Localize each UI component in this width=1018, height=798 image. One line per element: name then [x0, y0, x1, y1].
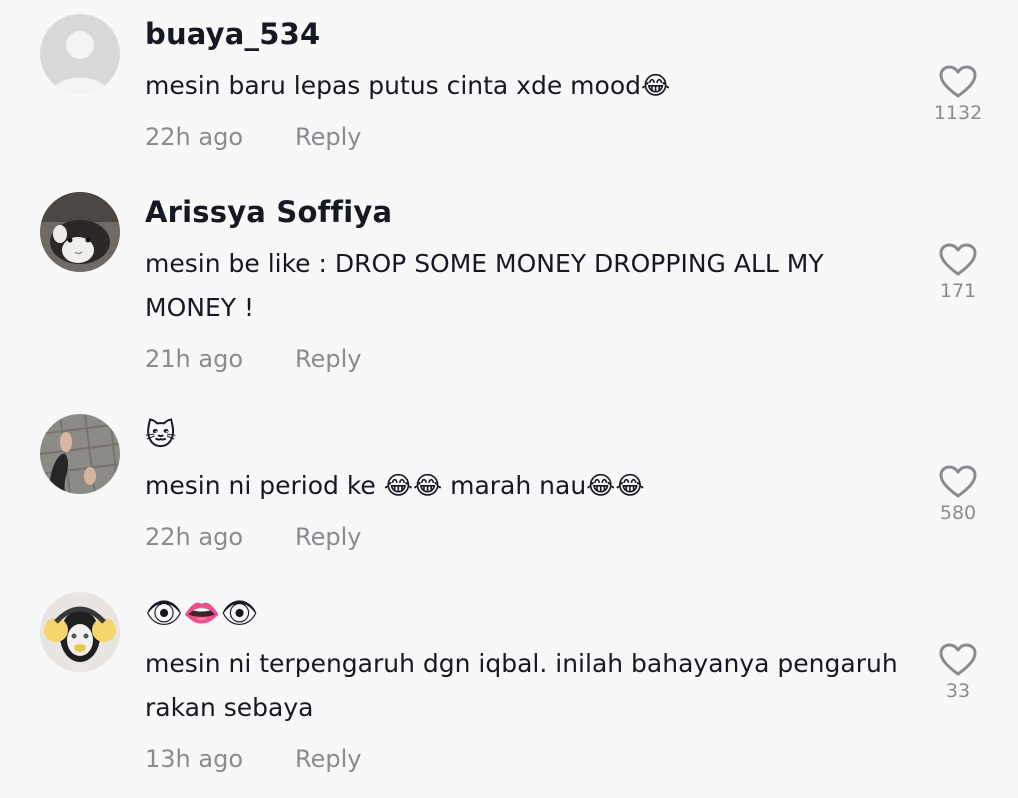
timestamp: 22h ago — [145, 523, 244, 551]
heart-icon — [939, 243, 977, 276]
cat-photo-avatar — [40, 192, 120, 272]
comment-meta: 22h ago Reply — [145, 123, 361, 151]
comment-meta: 22h ago Reply — [145, 523, 361, 551]
reply-button[interactable]: Reply — [295, 123, 361, 151]
comment-meta: 21h ago Reply — [145, 345, 361, 373]
comment-text: mesin be like : DROP SOME MONEY DROPPING… — [145, 249, 824, 322]
comment-text: mesin ni period ke 😂😂 marah nau😂😂 — [145, 471, 645, 500]
comment-meta: 13h ago Reply — [145, 745, 361, 773]
like-count: 33 — [945, 680, 971, 702]
timestamp: 21h ago — [145, 345, 244, 373]
feet-photo-avatar — [40, 414, 120, 494]
default-avatar-icon — [40, 14, 120, 94]
like-count: 580 — [939, 502, 977, 524]
user-avatar[interactable] — [40, 14, 120, 94]
username-emoji[interactable]: 👁👄👁 — [145, 594, 259, 634]
like-button[interactable]: 171 — [928, 242, 988, 302]
like-button[interactable]: 580 — [928, 464, 988, 524]
timestamp: 13h ago — [145, 745, 244, 773]
user-avatar[interactable] — [40, 192, 120, 272]
reply-button[interactable]: Reply — [295, 523, 361, 551]
user-avatar[interactable] — [40, 592, 120, 672]
heart-icon — [939, 65, 977, 98]
username-emoji[interactable]: 🐱 — [145, 416, 176, 456]
like-count: 1132 — [933, 102, 983, 124]
masked-person-avatar — [40, 592, 120, 672]
user-avatar[interactable] — [40, 414, 120, 494]
username[interactable]: Arissya Soffiya — [145, 195, 392, 229]
timestamp: 22h ago — [145, 123, 244, 151]
reply-button[interactable]: Reply — [295, 345, 361, 373]
username[interactable]: buaya_534 — [145, 17, 320, 51]
heart-icon — [939, 643, 977, 676]
like-button[interactable]: 1132 — [928, 64, 988, 124]
comment-text: mesin baru lepas putus cinta xde mood😂 — [145, 71, 671, 100]
reply-button[interactable]: Reply — [295, 745, 361, 773]
comment-text: mesin ni terpengaruh dgn iqbal. inilah b… — [145, 649, 898, 722]
like-button[interactable]: 33 — [928, 642, 988, 702]
like-count: 171 — [939, 280, 977, 302]
heart-icon — [939, 465, 977, 498]
